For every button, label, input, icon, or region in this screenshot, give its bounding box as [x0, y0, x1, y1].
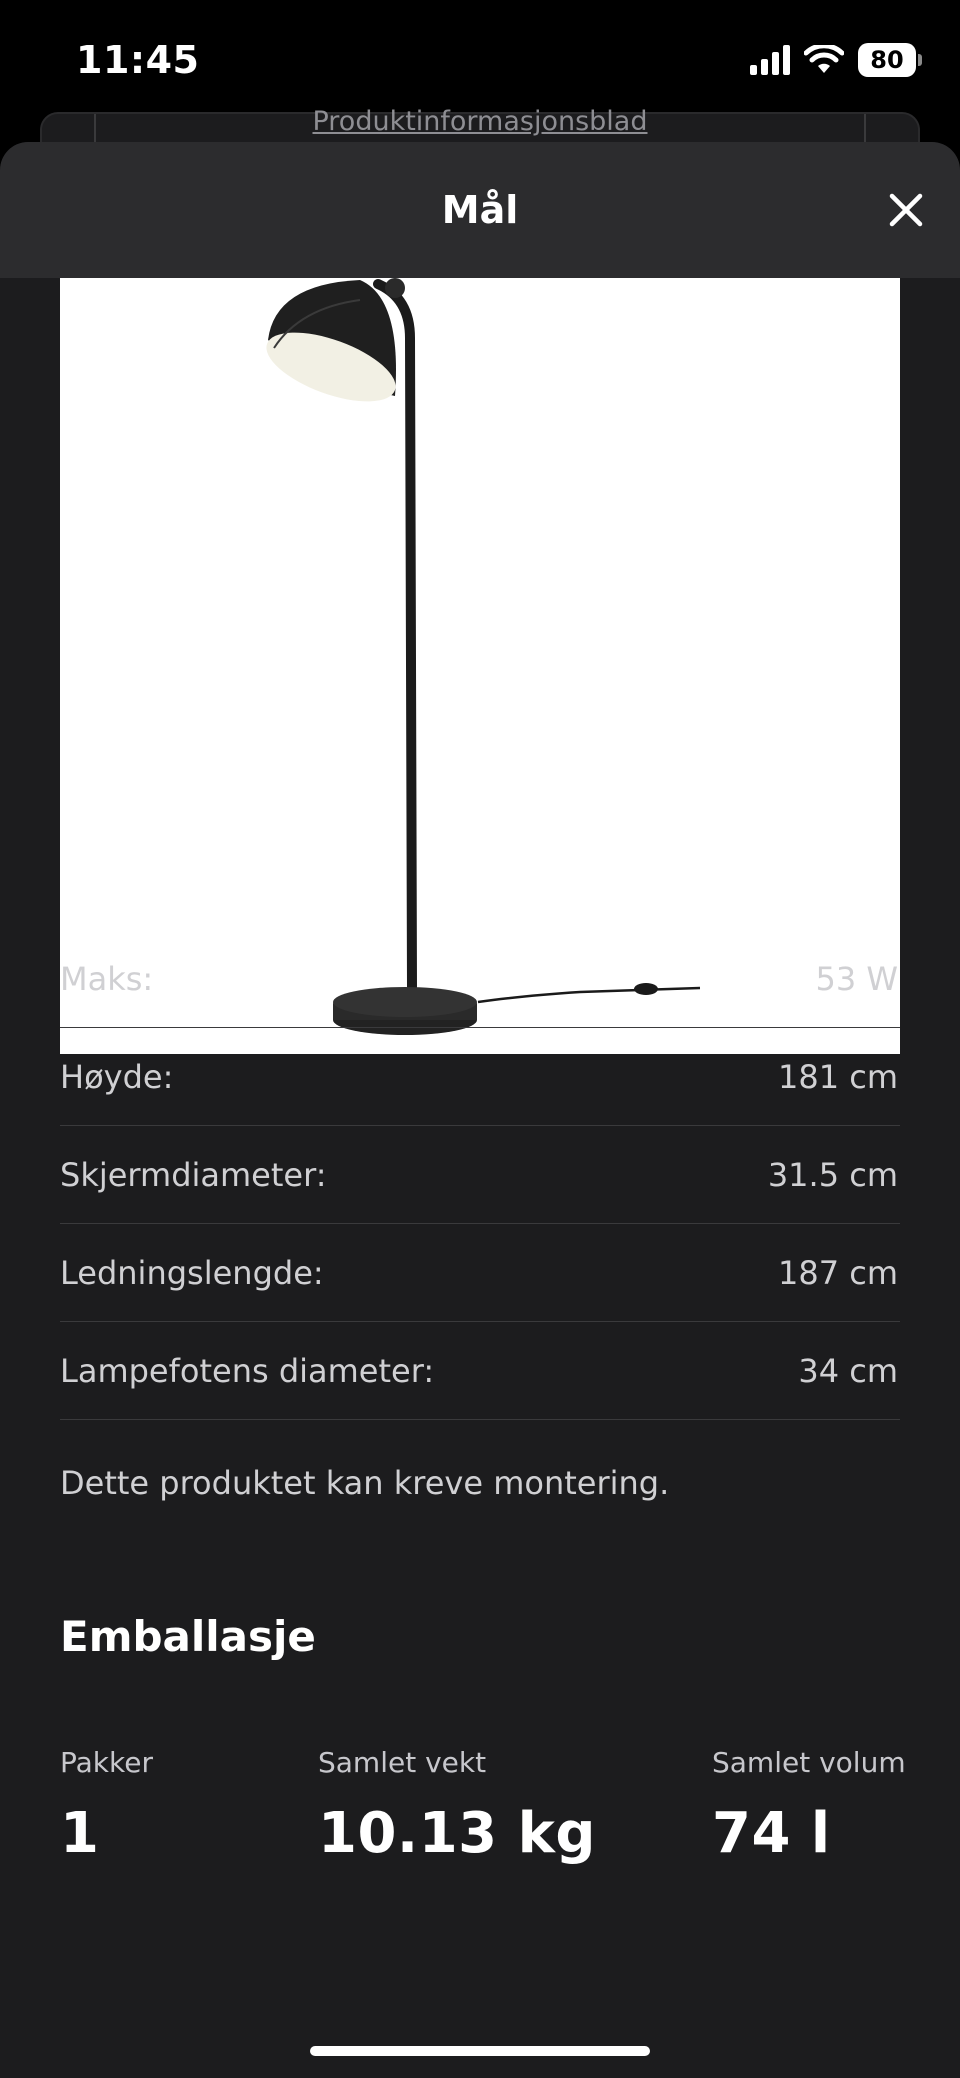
spec-row-max-wattage: Maks: 53 W	[60, 930, 900, 1028]
spec-label: Høyde:	[60, 1057, 174, 1096]
spec-value: 187 cm	[777, 1253, 898, 1292]
battery-tip	[918, 54, 922, 66]
product-info-sheet-link[interactable]: Produktinformasjonsblad	[0, 106, 960, 137]
sheet-header: Mål	[0, 142, 960, 278]
close-button[interactable]	[878, 182, 934, 238]
status-icons: 80	[750, 42, 922, 78]
spec-row-base-diameter: Lampefotens diameter: 34 cm	[60, 1322, 900, 1420]
spec-row-height: Høyde: 181 cm	[60, 1028, 900, 1126]
spec-label: Skjermdiameter:	[60, 1155, 327, 1194]
spec-value: 34 cm	[798, 1351, 898, 1390]
spec-label: Ledningslengde:	[60, 1253, 324, 1292]
spec-value: 53 W	[815, 959, 898, 998]
spec-value: 31.5 cm	[767, 1155, 898, 1194]
status-bar: 11:45 80	[0, 0, 960, 120]
packaging-title: Emballasje	[60, 1612, 316, 1661]
spec-row-shade-diameter: Skjermdiameter: 31.5 cm	[60, 1126, 900, 1224]
assembly-note: Dette produktet kan kreve montering.	[60, 1464, 670, 1502]
spec-value: 181 cm	[777, 1057, 898, 1096]
specifications-list: Maks: 53 W Høyde: 181 cm Skjermdiameter:…	[60, 930, 900, 1420]
spec-label: Maks:	[60, 959, 154, 998]
packages-value: 1	[60, 1801, 100, 1866]
total-volume-stat: Samlet volum 74 l	[712, 1746, 906, 1866]
home-indicator[interactable]	[310, 2046, 650, 2056]
spec-row-cord-length: Ledningslengde: 187 cm	[60, 1224, 900, 1322]
wifi-icon	[804, 45, 844, 73]
sheet-title: Mål	[441, 188, 519, 232]
spec-label: Lampefotens diameter:	[60, 1351, 435, 1390]
battery-level: 80	[870, 46, 904, 74]
total-weight-stat: Samlet vekt 10.13 kg	[318, 1746, 596, 1866]
total-volume-label: Samlet volum	[712, 1746, 906, 1779]
screen: 11:45 80 Produktinformasjonsblad Mål Mak…	[0, 0, 960, 2078]
cellular-signal-icon	[750, 45, 790, 75]
total-weight-label: Samlet vekt	[318, 1746, 487, 1779]
total-weight-value: 10.13 kg	[318, 1801, 596, 1866]
total-volume-value: 74 l	[712, 1801, 831, 1866]
battery-icon: 80	[858, 43, 922, 77]
packages-stat: Pakker 1	[60, 1746, 153, 1866]
packages-label: Pakker	[60, 1746, 153, 1779]
close-icon	[889, 193, 923, 227]
status-time: 11:45	[76, 38, 200, 82]
